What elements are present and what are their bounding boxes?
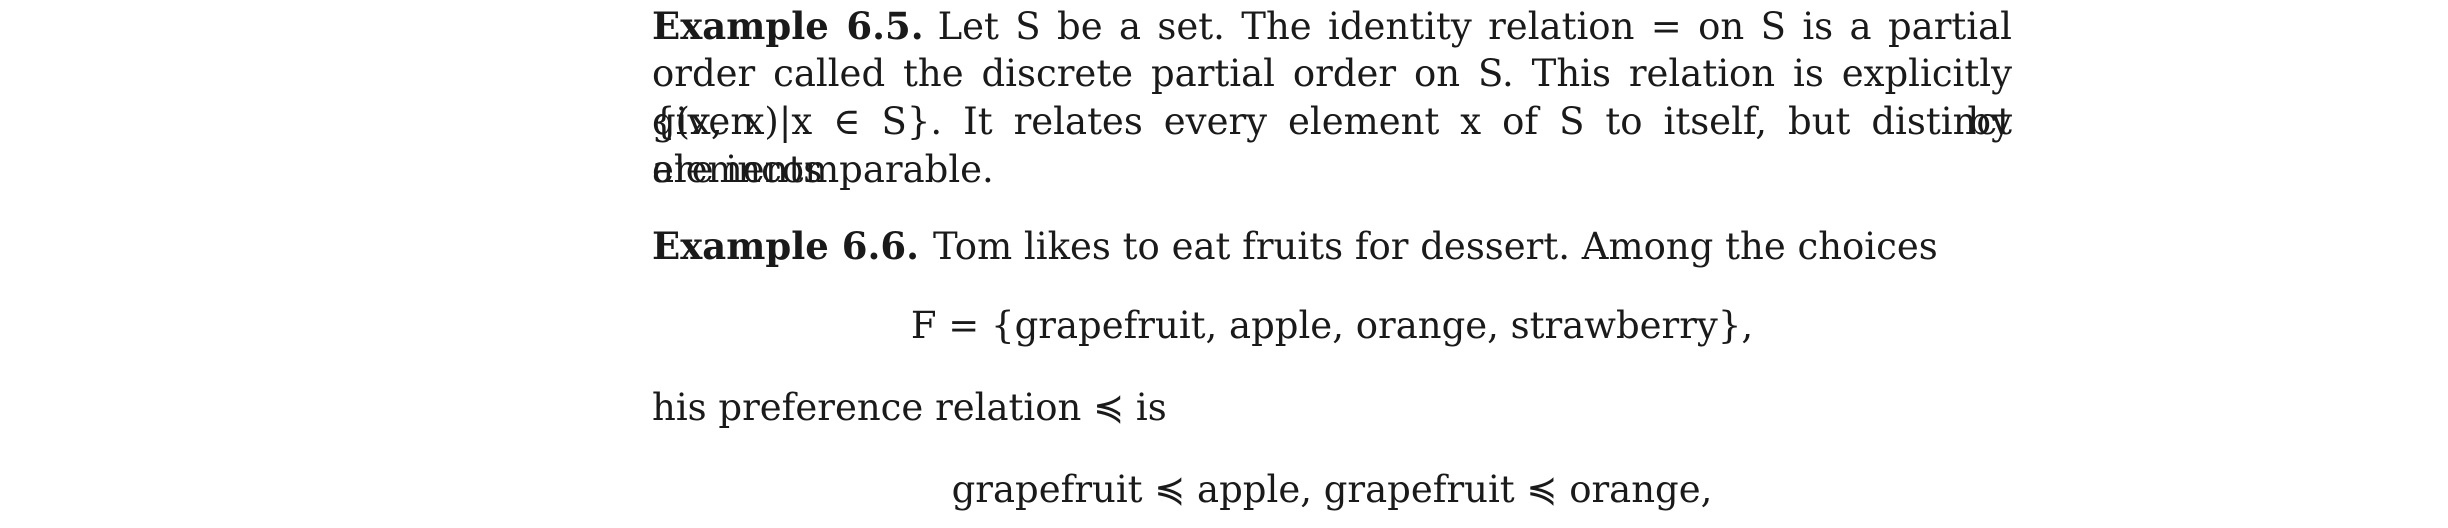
example-6-5-line-3: {(x, x)|x ∈ S}. It relates every element… bbox=[652, 100, 2012, 191]
example-6-5-line-2: order called the discrete partial order … bbox=[652, 52, 2012, 143]
example-6-6-paragraph: Example 6.6. Tom likes to eat fruits for … bbox=[652, 222, 2012, 271]
example-6-5-line-1: Example 6.5. Let S be a set. The identity… bbox=[652, 2, 2012, 50]
example-6-6-label: Example 6.6. bbox=[652, 224, 919, 268]
fruit-set-equation: F = {grapefruit, apple, orange, strawber… bbox=[910, 304, 1754, 347]
example-6-5-label: Example 6.5. bbox=[652, 4, 924, 48]
example-6-5-paragraph: Example 6.5. Let S be a set. The identity… bbox=[652, 2, 2012, 194]
preference-relation-equation: grapefruit ≼ apple, grapefruit ≼ orange, bbox=[951, 468, 1713, 511]
example-6-5-text-1: Let S be a set. The identity relation = … bbox=[937, 5, 2012, 48]
preference-relation-intro: his preference relation ≼ is bbox=[652, 386, 1167, 429]
document-page: Example 6.5. Let S be a set. The identity… bbox=[652, 0, 2012, 528]
example-6-5-line-4: are incomparable. bbox=[652, 148, 994, 191]
example-6-6-text: Tom likes to eat fruits for dessert. Amo… bbox=[933, 225, 1938, 268]
